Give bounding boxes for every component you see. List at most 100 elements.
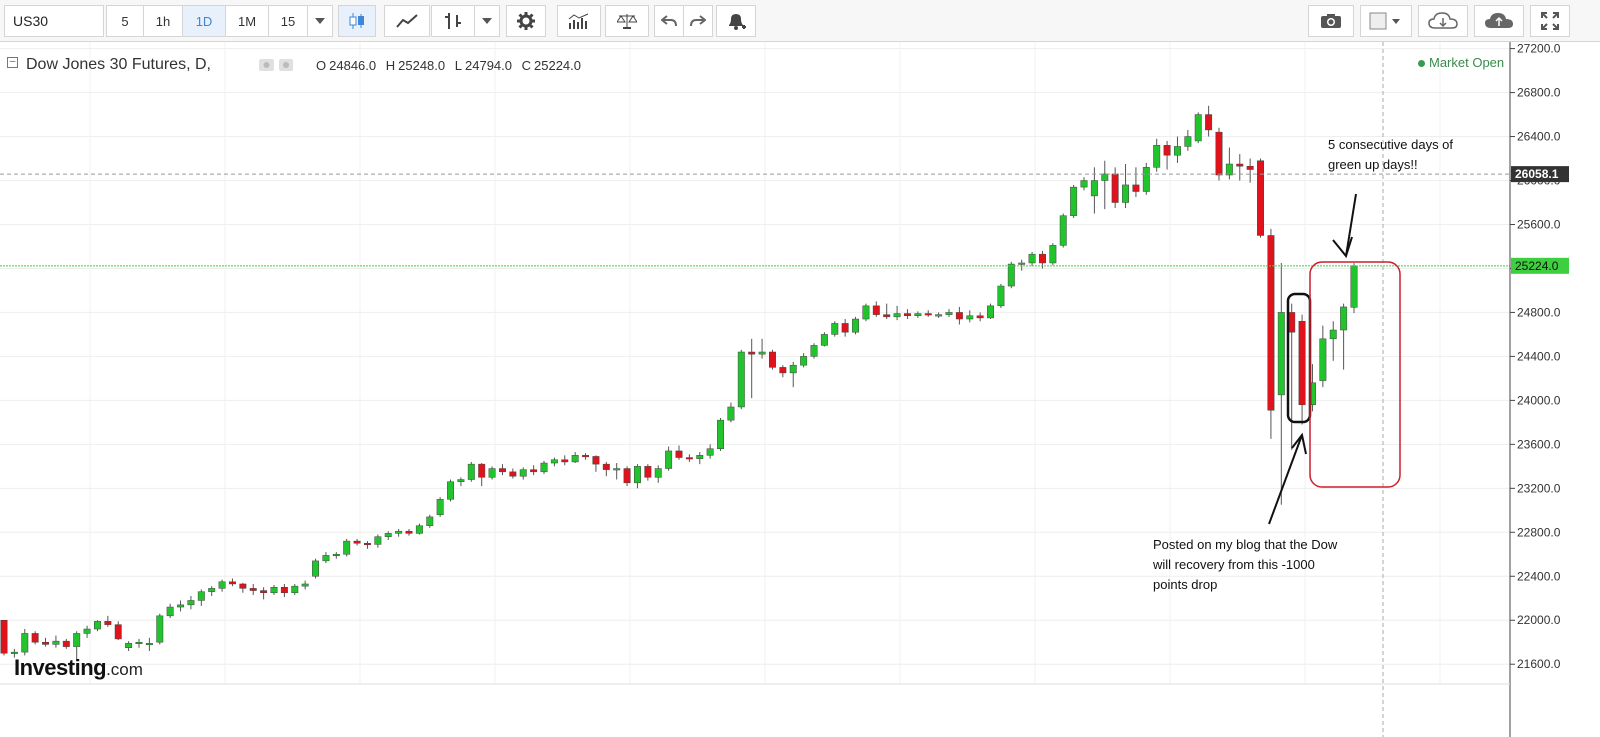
candle-body-down [0, 619, 8, 654]
candle-body-up [633, 466, 641, 484]
candle [322, 552, 330, 564]
candle-body-up [467, 463, 475, 480]
alert-bell-icon[interactable] [716, 5, 756, 37]
candle-body-down [1298, 320, 1306, 406]
indicators-icon[interactable] [557, 5, 601, 37]
y-tick-label: 26800.0 [1517, 86, 1561, 100]
gear-icon[interactable] [506, 5, 546, 37]
candle [1184, 129, 1192, 151]
candlestick-icon[interactable] [338, 5, 376, 37]
candle [1194, 112, 1202, 144]
bar-chart-icon[interactable] [431, 5, 475, 37]
balance-scale-icon[interactable] [605, 5, 649, 37]
interval-15[interactable]: 15 [268, 5, 308, 37]
candle [1153, 138, 1161, 172]
interval-1d[interactable]: 1D [182, 5, 226, 37]
candle-body-down [239, 583, 247, 589]
candle [332, 552, 340, 559]
undo-icon[interactable] [654, 5, 684, 37]
candle [623, 466, 631, 487]
candle-body-down [602, 463, 610, 470]
candle [280, 583, 288, 598]
candle-body-up [21, 633, 29, 653]
candle-body-down [1132, 184, 1140, 192]
symbol-input[interactable] [4, 5, 104, 37]
candle-body-up [1142, 167, 1150, 192]
candle [1329, 321, 1337, 361]
collapse-icon[interactable]: – [7, 57, 18, 68]
candle-body-up [135, 641, 143, 644]
candle [467, 461, 475, 482]
candle [31, 631, 39, 645]
candle [748, 338, 756, 399]
candle-body-down [976, 315, 984, 319]
candle-body-up [1018, 262, 1026, 265]
candle-body-up [1059, 215, 1067, 246]
candle-body-down [924, 313, 932, 316]
candle-body-down [561, 459, 569, 463]
camera-icon[interactable] [1308, 5, 1354, 37]
candle [125, 641, 133, 652]
candle [62, 638, 70, 649]
candle-body-up [935, 314, 943, 317]
candle-body-up [613, 468, 621, 471]
candle-body-up [187, 600, 195, 606]
candle-body-up [415, 525, 423, 534]
candle [270, 585, 278, 595]
y-tick-label: 23200.0 [1517, 481, 1561, 495]
candle-body-up [1184, 136, 1192, 147]
annotation-bottom-note: Posted on my blog that the Dow will reco… [1153, 537, 1338, 592]
candle [166, 603, 174, 619]
candle [976, 312, 984, 322]
candle [831, 321, 839, 337]
candle [1350, 263, 1358, 314]
candle-body-up [893, 313, 901, 318]
candle-body-up [519, 469, 527, 477]
candle [249, 583, 257, 595]
fullscreen-icon[interactable] [1530, 5, 1570, 37]
candle [779, 365, 787, 378]
candle [374, 534, 382, 548]
current-price-tag: 25224.0 [1511, 257, 1569, 274]
candle-body-up [156, 615, 164, 643]
cloud-download-icon[interactable] [1418, 5, 1468, 37]
visibility-icons[interactable] [259, 58, 299, 72]
candle-body-down [509, 471, 517, 477]
interval-1h[interactable]: 1h [143, 5, 183, 37]
candle-body-down [748, 351, 756, 355]
redo-icon[interactable] [683, 5, 713, 37]
candle [145, 637, 153, 652]
candle-body-up [1194, 114, 1202, 142]
interval-1m[interactable]: 1M [225, 5, 269, 37]
candle [187, 596, 195, 610]
candle-body-up [384, 533, 392, 537]
candle-body-up [852, 318, 860, 333]
candle [654, 465, 662, 483]
candle [42, 637, 50, 647]
chevron-down-icon[interactable] [307, 5, 333, 37]
candle [706, 444, 714, 459]
candle [592, 455, 600, 472]
candle [675, 445, 683, 460]
candle [945, 309, 953, 317]
cloud-upload-icon[interactable] [1474, 5, 1524, 37]
chevron-down-icon[interactable] [474, 5, 500, 37]
line-chart-icon[interactable] [384, 5, 430, 37]
candle-body-up [426, 516, 434, 526]
candle [1028, 251, 1036, 267]
color-square-icon[interactable] [1360, 5, 1412, 37]
high-value: 25248.0 [398, 58, 446, 73]
candle-body-up [218, 581, 226, 589]
candle-body-up [1090, 180, 1098, 197]
candle-body-down [955, 312, 963, 320]
candle-body-up [1277, 312, 1285, 396]
interval-5[interactable]: 5 [106, 5, 144, 37]
candle-body-down [114, 624, 122, 640]
candle-body-up [800, 356, 808, 366]
candle-body-up [10, 651, 18, 654]
candle-body-down [1205, 114, 1213, 131]
candle-body-down [260, 590, 268, 594]
candle [1132, 167, 1140, 198]
candle-body-down [1236, 163, 1244, 167]
chart-toolbar: 5 1h 1D 1M 15 [0, 0, 1600, 42]
